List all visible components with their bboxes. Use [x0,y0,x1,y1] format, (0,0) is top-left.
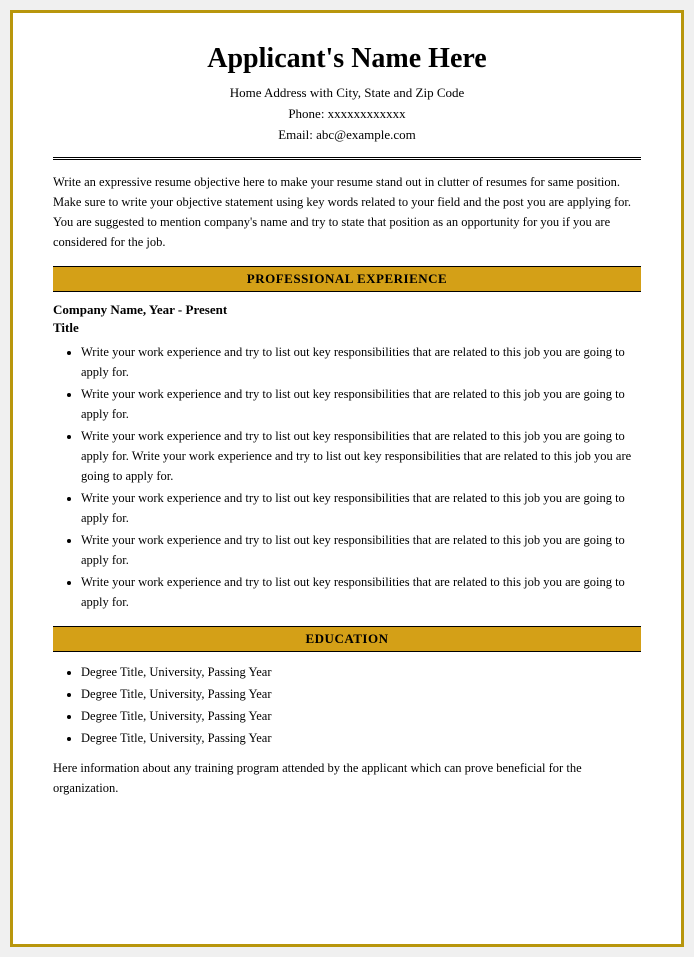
list-item: Write your work experience and try to li… [81,426,641,486]
experience-bullet-list: Write your work experience and try to li… [81,342,641,612]
list-item: Write your work experience and try to li… [81,488,641,528]
training-note: Here information about any training prog… [53,758,641,798]
address-line: Home Address with City, State and Zip Co… [53,83,641,104]
email-line: Email: abc@example.com [53,125,641,146]
list-item: Write your work experience and try to li… [81,384,641,424]
header-divider [53,157,641,160]
experience-section: Company Name, Year - Present Title Write… [53,302,641,612]
list-item: Degree Title, University, Passing Year [81,706,641,726]
education-section: Degree Title, University, Passing YearDe… [53,662,641,798]
list-item: Degree Title, University, Passing Year [81,662,641,682]
education-label: EDUCATION [306,631,389,646]
list-item: Degree Title, University, Passing Year [81,684,641,704]
list-item: Write your work experience and try to li… [81,342,641,382]
phone-line: Phone: xxxxxxxxxxxx [53,104,641,125]
objective-section: Write an expressive resume objective her… [53,172,641,252]
list-item: Write your work experience and try to li… [81,530,641,570]
list-item: Degree Title, University, Passing Year [81,728,641,748]
contact-info: Home Address with City, State and Zip Co… [53,83,641,145]
list-item: Write your work experience and try to li… [81,572,641,612]
resume-page: Applicant's Name Here Home Address with … [10,10,684,947]
education-header: EDUCATION [53,626,641,652]
title-line: Title [53,320,641,336]
professional-experience-header: PROFESSIONAL EXPERIENCE [53,266,641,292]
objective-text: Write an expressive resume objective her… [53,175,631,249]
header-section: Applicant's Name Here Home Address with … [53,43,641,145]
education-bullet-list: Degree Title, University, Passing YearDe… [81,662,641,748]
professional-experience-label: PROFESSIONAL EXPERIENCE [247,271,447,286]
applicant-name: Applicant's Name Here [53,43,641,75]
company-line: Company Name, Year - Present [53,302,641,318]
